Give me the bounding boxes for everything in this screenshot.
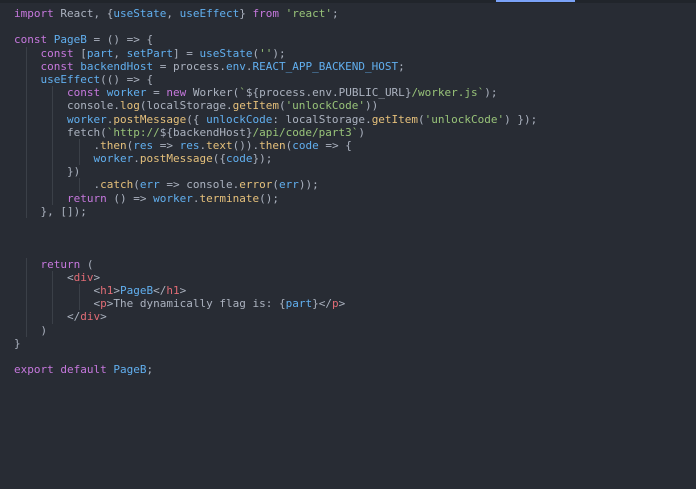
code-line-text: }, []); [14, 204, 87, 218]
indent-guide [78, 152, 80, 166]
indent-guide [26, 99, 27, 113]
indent-guide [78, 283, 80, 298]
code-line-text: const PageB = () => { [14, 33, 154, 47]
code-line[interactable]: fetch(`http://${backendHost}/api/code/pa… [14, 125, 537, 139]
code-line-text: worker.postMessage({ unlockCode: localSt… [66, 112, 538, 126]
code-line[interactable]: <p>The dynamically flag is: {part}</p> [14, 297, 537, 311]
code-line[interactable] [14, 350, 537, 363]
indent-guide [26, 59, 27, 73]
indent-guide [52, 297, 54, 311]
code-line[interactable]: <h1>PageB</h1> [14, 283, 537, 298]
code-line-text: const [part, setPart] = useState(''); [40, 46, 286, 60]
code-line-text: fetch(`http://${backendHost}/api/code/pa… [66, 125, 366, 139]
indent-guide [52, 152, 54, 166]
indent-guide [52, 310, 54, 324]
code-line-text: export default PageB; [14, 363, 154, 377]
indent-guide [52, 270, 54, 284]
indent-guide [78, 138, 80, 153]
code-line-text: } [14, 336, 21, 350]
indent-guide [26, 297, 27, 311]
code-line[interactable]: </div> [14, 310, 537, 324]
indent-guide [26, 323, 27, 337]
code-line-text: .then(res => res.text()).then(code => { [14, 138, 352, 152]
code-area[interactable]: import React, {useState, useEffect} from… [14, 7, 537, 376]
code-line[interactable]: ) [14, 323, 537, 337]
code-line[interactable]: useEffect(() => { [14, 72, 537, 87]
code-line-text: </div> [66, 310, 107, 324]
code-line-text: .catch(err => console.error(err)); [14, 178, 319, 192]
indent-guide [52, 86, 54, 100]
code-line[interactable]: const worker = new Worker(`${process.env… [14, 86, 537, 100]
indent-guide [26, 46, 27, 60]
indent-guide [52, 125, 54, 139]
code-line-text: ) [14, 323, 48, 337]
code-line[interactable]: } [14, 337, 537, 350]
indent-guide [26, 204, 27, 218]
active-tab-indicator [496, 0, 575, 2]
code-line-text: import React, {useState, useEffect} from… [14, 7, 339, 20]
indent-guide [52, 178, 54, 192]
code-line-text: return () => worker.terminate(); [66, 191, 279, 205]
code-line[interactable]: return () => worker.terminate(); [14, 191, 537, 205]
code-line[interactable]: }, []); [14, 204, 537, 218]
code-line[interactable]: console.log(localStorage.getItem('unlock… [14, 99, 537, 113]
indent-guide [26, 86, 27, 100]
code-line[interactable]: const PageB = () => { [14, 33, 537, 46]
code-line[interactable]: const backendHost = process.env.REACT_AP… [14, 59, 537, 73]
code-line-text: useEffect(() => { [40, 72, 154, 86]
code-line[interactable]: worker.postMessage({ unlockCode: localSt… [14, 112, 538, 126]
code-line[interactable]: }) [14, 165, 537, 179]
indent-guide [52, 191, 54, 205]
code-line-text: }) [14, 165, 81, 179]
code-line-text: console.log(localStorage.getItem('unlock… [66, 99, 379, 113]
code-line[interactable]: import React, {useState, useEffect} from… [14, 7, 537, 20]
indent-guide [78, 178, 80, 192]
code-line[interactable]: <div> [14, 270, 537, 284]
code-line[interactable]: worker.postMessage({code}); [14, 152, 537, 166]
code-line-text: <p>The dynamically flag is: {part}</p> [93, 297, 346, 311]
code-line-text: const worker = new Worker(`${process.env… [66, 86, 498, 100]
code-line[interactable]: return ( [14, 257, 537, 271]
indent-guide [52, 112, 54, 126]
indent-guide [26, 283, 27, 298]
indent-guide [26, 310, 27, 324]
indent-guide [26, 257, 27, 271]
indent-guide [26, 72, 27, 87]
editor-top-strip [0, 0, 696, 3]
indent-guide [52, 283, 54, 298]
indent-guide [26, 112, 27, 126]
code-line[interactable] [14, 20, 537, 33]
code-line[interactable] [14, 244, 537, 257]
code-line[interactable]: .catch(err => console.error(err)); [14, 178, 537, 192]
code-line-text: <h1>PageB</h1> [93, 283, 187, 297]
indent-guide [52, 138, 54, 153]
indent-guide [52, 165, 54, 179]
code-line-text: const backendHost = process.env.REACT_AP… [40, 59, 405, 73]
indent-guide [26, 125, 27, 139]
code-line[interactable]: export default PageB; [14, 363, 537, 376]
indent-guide [26, 165, 27, 179]
code-line[interactable] [14, 218, 537, 231]
indent-guide [26, 178, 27, 192]
code-line[interactable]: const [part, setPart] = useState(''); [14, 46, 537, 60]
indent-guide [26, 138, 27, 153]
indent-guide [26, 152, 27, 166]
indent-guide [26, 191, 27, 205]
indent-guide [26, 270, 27, 284]
indent-guide [78, 297, 80, 311]
code-editor[interactable]: import React, {useState, useEffect} from… [0, 0, 696, 489]
code-line[interactable]: .then(res => res.text()).then(code => { [14, 138, 537, 153]
code-line[interactable] [14, 231, 537, 244]
indent-guide [52, 99, 54, 113]
